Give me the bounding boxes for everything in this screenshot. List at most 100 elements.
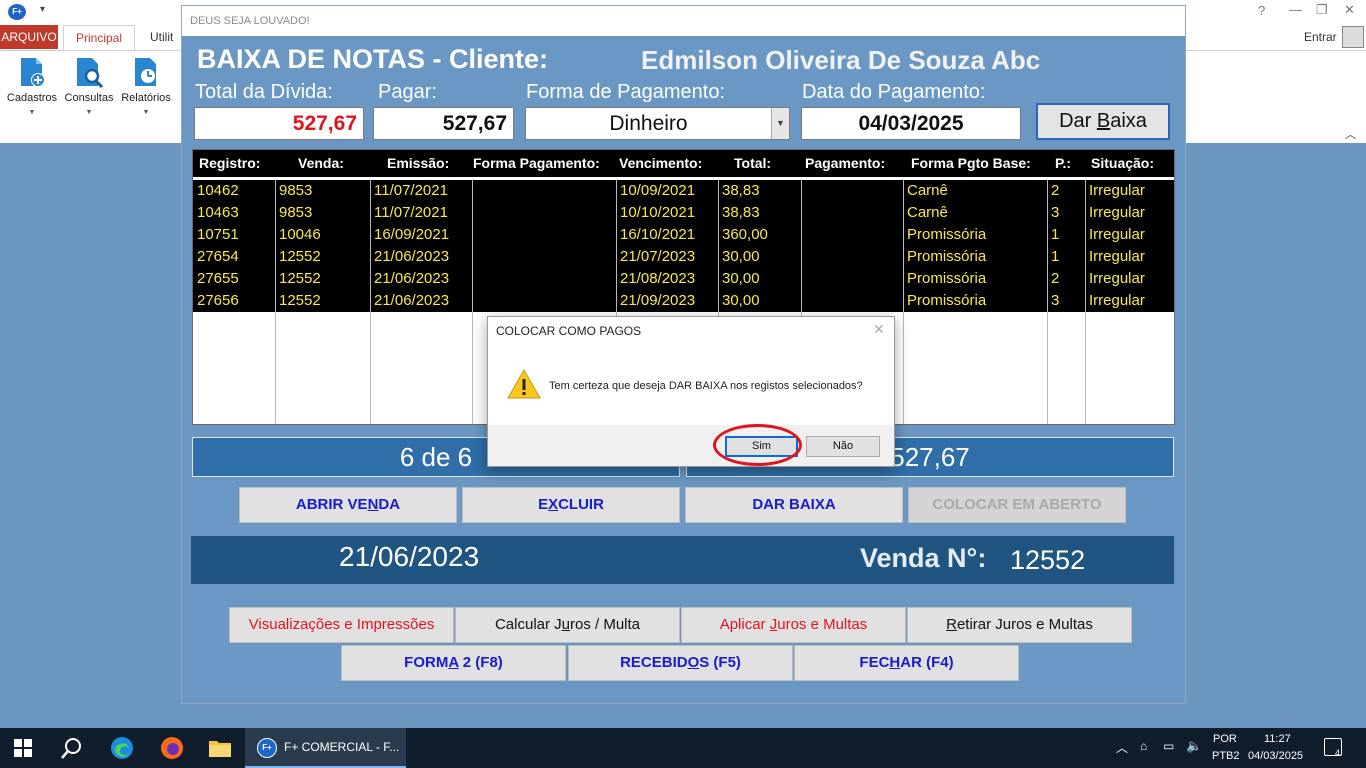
column-header[interactable]: Registro:: [199, 155, 260, 171]
column-header[interactable]: P.:: [1055, 155, 1071, 171]
page-title: BAIXA DE NOTAS - Cliente:: [197, 44, 549, 74]
label-hotkey: u: [561, 616, 570, 633]
forma-2-button[interactable]: FORMA 2 (F8): [341, 645, 566, 681]
table-cell: 27654: [197, 248, 239, 265]
quick-access-dropdown[interactable]: ▾: [40, 4, 45, 15]
label-part: 2 (F8): [458, 654, 503, 671]
display-icon[interactable]: ▭: [1163, 739, 1174, 753]
table-cell: Carnê: [907, 204, 948, 221]
dialog-title: COLOCAR COMO PAGOS: [496, 324, 642, 338]
label-part: AR (F4): [900, 654, 954, 671]
clock-date[interactable]: 04/03/2025: [1248, 750, 1303, 762]
restore-icon[interactable]: ❐: [1316, 2, 1328, 18]
relatorios-button[interactable]: Relatórios ▼: [118, 56, 174, 126]
excluir-button[interactable]: EXCLUIR: [462, 487, 680, 523]
consultas-button[interactable]: Consultas ▼: [61, 56, 117, 126]
label-hotkey: H: [889, 654, 901, 671]
column-header[interactable]: Forma Pgto Base:: [911, 155, 1031, 171]
edge-icon[interactable]: [110, 736, 134, 760]
tray-overflow-icon[interactable]: ︿: [1116, 739, 1128, 756]
label-part: aixa: [1110, 110, 1147, 132]
recebidos-button[interactable]: RECEBIDOS (F5): [568, 645, 793, 681]
table-cell: 11/07/2021: [374, 182, 448, 199]
fechar-button[interactable]: FECHAR (F4): [794, 645, 1019, 681]
abrir-venda-button[interactable]: ABRIR VENDA: [239, 487, 457, 523]
column-header[interactable]: Venda:: [298, 155, 344, 171]
volume-icon[interactable]: 🔈: [1186, 738, 1202, 754]
colocar-em-aberto-button[interactable]: COLOCAR EM ABERTO: [908, 487, 1126, 523]
network-icon[interactable]: ⌂: [1140, 739, 1147, 753]
table-cell: 10/09/2021: [620, 182, 696, 199]
table-cell: 11/07/2021: [374, 204, 448, 221]
nao-button[interactable]: Não: [806, 436, 880, 457]
data-pagamento-field[interactable]: 04/03/2025: [801, 107, 1021, 140]
keyboard-layout[interactable]: PTB2: [1212, 750, 1240, 762]
tab-principal[interactable]: Principal: [63, 25, 135, 51]
column-header[interactable]: Emissão:: [387, 155, 449, 171]
window-title: DEUS SEJA LOUVADO!: [182, 6, 1185, 36]
visualizacoes-impressoes-button[interactable]: Visualizações e Impressões: [229, 607, 454, 643]
relatorios-label: Relatórios: [121, 92, 171, 104]
column-header[interactable]: Total:: [734, 155, 771, 171]
file-explorer-icon[interactable]: [208, 736, 232, 760]
label-hotkey: X: [548, 496, 559, 513]
close-icon[interactable]: ✕: [1344, 2, 1355, 18]
windows-start-icon[interactable]: [14, 739, 32, 757]
table-row[interactable]: 27654 12552 21/06/2023 21/07/2023 30,00 Promi…: [193, 246, 1174, 268]
column-header[interactable]: Situação:: [1091, 155, 1154, 171]
chevron-down-icon[interactable]: ▼: [771, 108, 789, 139]
consultas-icon: [77, 58, 104, 88]
retirar-juros-button[interactable]: Retirar Juros e Multas: [907, 607, 1132, 643]
table-row[interactable]: 27655 12552 21/06/2023 21/08/2023 30,00 Promi…: [193, 268, 1174, 290]
table-row[interactable]: 10462 9853 11/07/2021 10/09/2021 38,83 Carnê 2…: [193, 180, 1174, 202]
dar-baixa-button[interactable]: DAR BAIXA: [685, 487, 903, 523]
relatorios-icon: [135, 58, 156, 86]
help-icon[interactable]: ?: [1258, 3, 1265, 18]
table-cell: 27655: [197, 270, 239, 287]
table-row[interactable]: 27656 12552 21/06/2023 21/09/2023 30,00 Promi…: [193, 290, 1174, 312]
column-header[interactable]: Forma Pagamento:: [473, 155, 600, 171]
table-cell: 38,83: [722, 204, 760, 221]
table-cell: 12552: [279, 270, 321, 287]
venda-number-label: Venda N°:: [860, 543, 987, 573]
chevron-down-icon: ▼: [142, 109, 150, 116]
pagar-field[interactable]: 527,67: [373, 107, 514, 140]
table-cell: 10/10/2021: [620, 204, 696, 221]
forma-pagamento-select[interactable]: Dinheiro: [525, 107, 790, 140]
table-cell: 21/06/2023: [374, 248, 450, 265]
language-indicator[interactable]: POR: [1213, 733, 1237, 745]
table-cell: 3: [1051, 204, 1060, 221]
tab-utilitarios[interactable]: Utilit: [150, 25, 173, 49]
avatar[interactable]: [1342, 26, 1364, 48]
aplicar-juros-button[interactable]: Aplicar Juros e Multas: [681, 607, 906, 643]
firefox-icon[interactable]: [160, 736, 184, 760]
table-row[interactable]: 10463 9853 11/07/2021 10/10/2021 38,83 Carnê 3…: [193, 202, 1174, 224]
label-hotkey: R: [946, 616, 957, 633]
total-divida-field[interactable]: 527,67: [194, 107, 364, 140]
label-part: E: [538, 496, 549, 513]
tab-arquivo[interactable]: ARQUIVO: [0, 25, 58, 49]
column-header[interactable]: Pagamento:: [805, 155, 885, 171]
ribbon-collapse-icon[interactable]: ︿: [1345, 126, 1356, 142]
table-cell: 27656: [197, 292, 239, 309]
label-part: S (F5): [699, 654, 741, 671]
grid-body: 10462 9853 11/07/2021 10/09/2021 38,83 Carnê 2…: [193, 180, 1174, 312]
label-part: FORM: [404, 654, 449, 671]
dar-baixa-top-button[interactable]: Dar Baixa: [1036, 103, 1170, 140]
table-cell: 30,00: [722, 248, 760, 265]
table-cell: 16/10/2021: [620, 226, 696, 243]
cadastros-button[interactable]: Cadastros ▼: [4, 56, 60, 126]
clock-time[interactable]: 11:27: [1264, 733, 1291, 745]
calcular-juros-button[interactable]: Calcular Juros / Multa: [455, 607, 680, 643]
sign-in-link[interactable]: Entrar: [1304, 30, 1337, 44]
minimize-icon[interactable]: —: [1289, 2, 1302, 17]
search-icon[interactable]: [60, 736, 84, 760]
table-cell: Irregular: [1089, 182, 1145, 199]
column-header[interactable]: Vencimento:: [619, 155, 702, 171]
table-row[interactable]: 10751 10046 16/09/2021 16/10/2021 360,00 Prom…: [193, 224, 1174, 246]
label-part: Dar: [1059, 110, 1097, 132]
table-cell: 21/06/2023: [374, 270, 450, 287]
table-cell: 16/09/2021: [374, 226, 450, 243]
close-icon[interactable]: ✕: [873, 321, 885, 338]
app-logo-icon: F+: [8, 4, 26, 20]
